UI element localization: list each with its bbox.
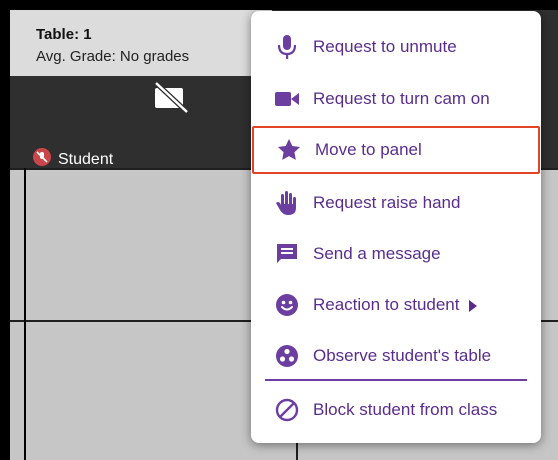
student-context-menu: Request to unmute Request to turn cam on… <box>251 11 541 443</box>
submenu-arrow-icon <box>469 299 478 312</box>
message-icon <box>273 240 301 268</box>
menu-item-label: Observe student's table <box>313 346 492 365</box>
table-title: Table: 1 <box>36 26 92 43</box>
student-name-label: Student <box>58 151 114 168</box>
request-unmute-item[interactable]: Request to unmute <box>251 23 541 71</box>
video-camera-icon <box>273 85 301 113</box>
star-icon <box>275 136 303 164</box>
menu-item-label: Reaction to student <box>313 295 478 315</box>
block-icon <box>273 396 301 424</box>
menu-item-label: Block student from class <box>313 400 498 419</box>
observe-table-item[interactable]: Observe student's table <box>251 332 541 380</box>
observe-table-icon <box>273 342 301 370</box>
menu-item-label: Request raise hand <box>313 193 461 212</box>
camera-off-icon <box>154 82 189 114</box>
microphone-icon <box>273 33 301 61</box>
raised-hand-icon <box>273 189 301 217</box>
request-cam-on-item[interactable]: Request to turn cam on <box>251 75 541 123</box>
grid-divider <box>24 168 26 460</box>
menu-item-label: Move to panel <box>315 140 422 159</box>
move-to-panel-item[interactable]: Move to panel <box>252 126 540 174</box>
menu-item-label: Request to turn cam on <box>313 89 490 108</box>
mic-off-icon <box>33 148 51 166</box>
reaction-to-student-item[interactable]: Reaction to student <box>251 281 541 329</box>
menu-divider <box>265 379 527 381</box>
send-message-item[interactable]: Send a message <box>251 230 541 278</box>
menu-item-label: Request to unmute <box>313 37 457 56</box>
avg-grade-text: Avg. Grade: No grades <box>36 48 190 65</box>
smiley-icon <box>273 291 301 319</box>
block-student-item[interactable]: Block student from class <box>251 386 541 434</box>
table-info-panel: Table: 1 Avg. Grade: No grades <box>10 10 272 76</box>
reaction-label-text: Reaction to student <box>313 295 460 314</box>
request-raise-hand-item[interactable]: Request raise hand <box>251 179 541 227</box>
menu-item-label: Send a message <box>313 244 441 263</box>
